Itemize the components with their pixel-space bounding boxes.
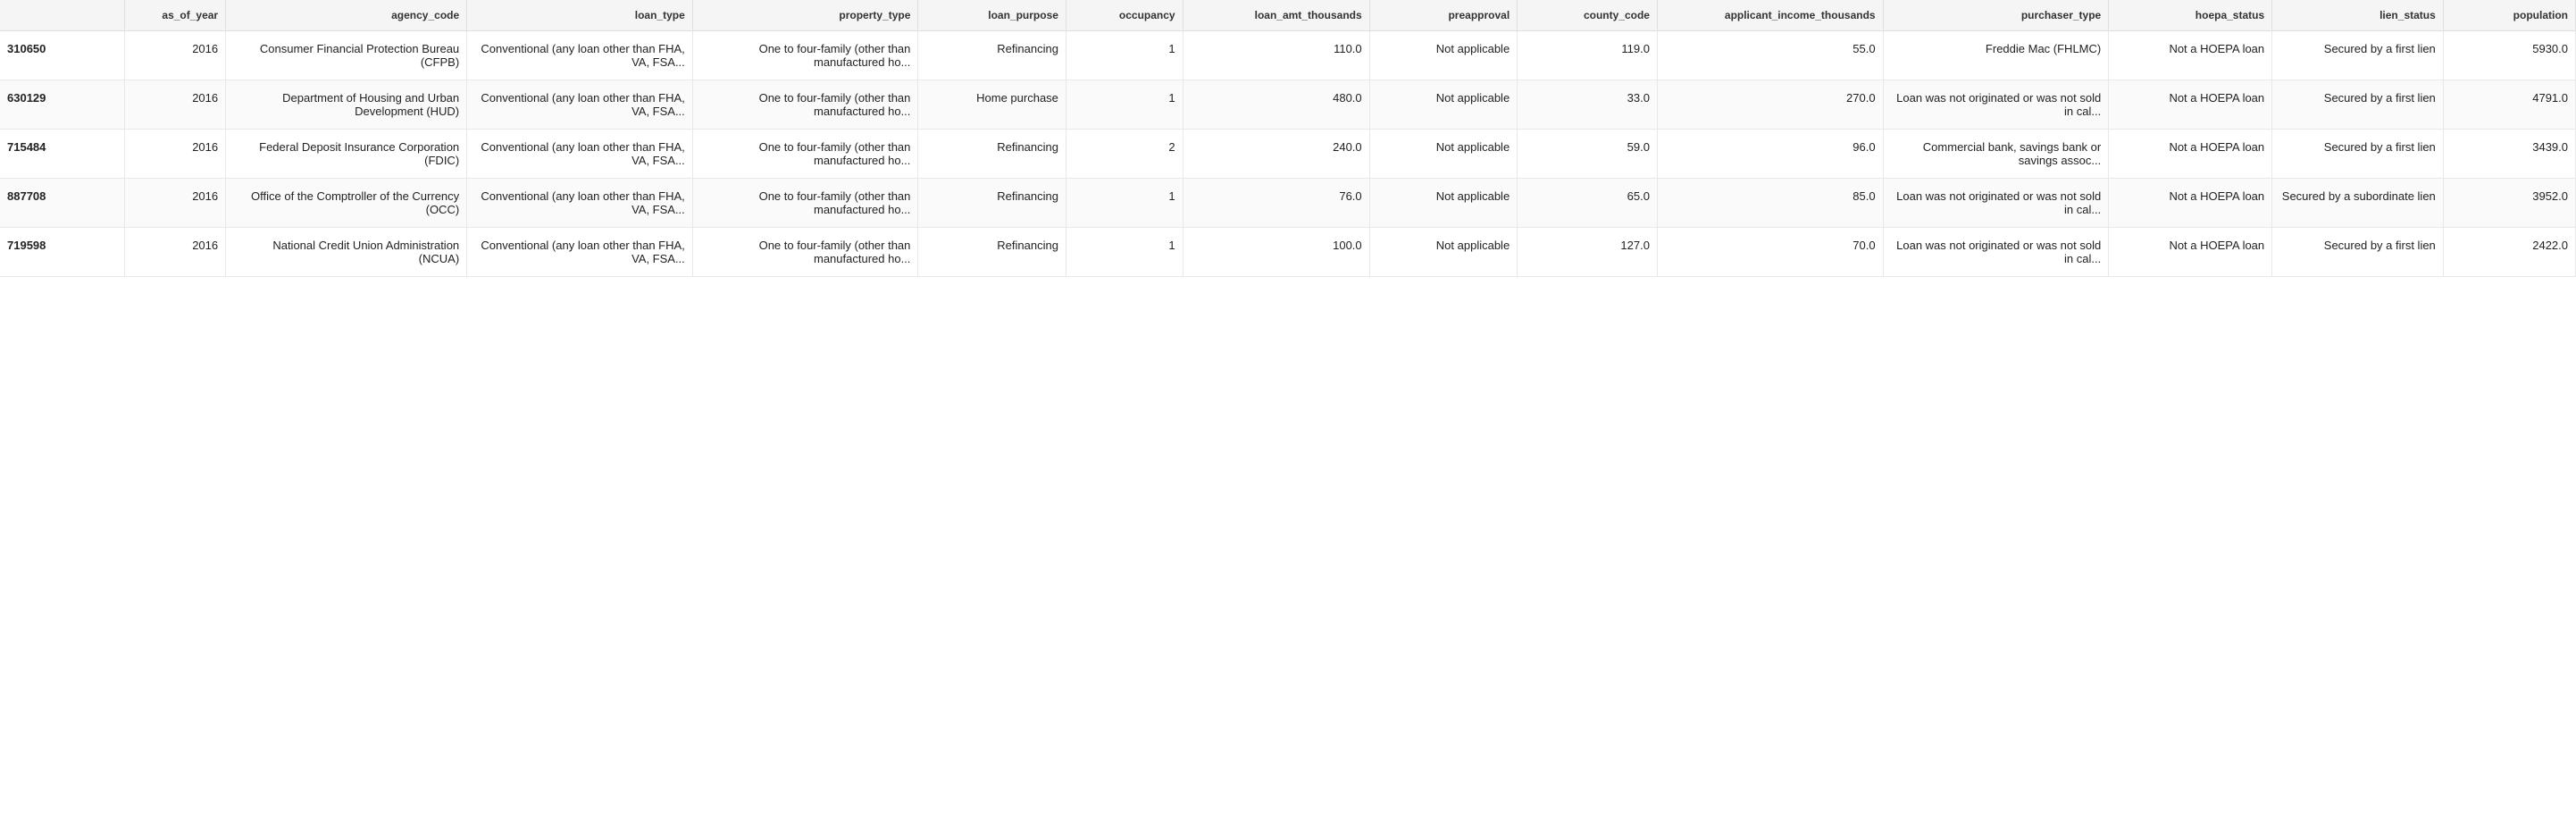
cell-purpose: Refinancing	[918, 179, 1066, 228]
cell-lien: Secured by a first lien	[2272, 80, 2444, 130]
cell-purchaser: Commercial bank, savings bank or savings…	[1883, 130, 2109, 179]
cell-year: 2016	[124, 130, 225, 179]
table-header-row: as_of_year agency_code loan_type propert…	[0, 0, 2576, 31]
cell-index: 719598	[0, 228, 124, 277]
cell-agency: Department of Housing and Urban Developm…	[226, 80, 467, 130]
table-row: 3106502016Consumer Financial Protection …	[0, 31, 2576, 80]
cell-population: 4791.0	[2443, 80, 2575, 130]
cell-purchaser: Loan was not originated or was not sold …	[1883, 179, 2109, 228]
cell-population: 2422.0	[2443, 228, 2575, 277]
cell-county: 65.0	[1518, 179, 1658, 228]
cell-hoepa: Not a HOEPA loan	[2109, 179, 2272, 228]
cell-proptype: One to four-family (other than manufactu…	[692, 31, 918, 80]
cell-index: 715484	[0, 130, 124, 179]
cell-agency: Office of the Comptroller of the Currenc…	[226, 179, 467, 228]
col-header-purpose: loan_purpose	[918, 0, 1066, 31]
cell-population: 5930.0	[2443, 31, 2575, 80]
cell-preapproval: Not applicable	[1369, 31, 1518, 80]
table-row: 8877082016Office of the Comptroller of t…	[0, 179, 2576, 228]
cell-income: 96.0	[1657, 130, 1883, 179]
col-header-hoepa: hoepa_status	[2109, 0, 2272, 31]
cell-purchaser: Freddie Mac (FHLMC)	[1883, 31, 2109, 80]
cell-preapproval: Not applicable	[1369, 179, 1518, 228]
cell-hoepa: Not a HOEPA loan	[2109, 31, 2272, 80]
cell-population: 3439.0	[2443, 130, 2575, 179]
cell-occupancy: 1	[1066, 179, 1183, 228]
col-header-county: county_code	[1518, 0, 1658, 31]
cell-year: 2016	[124, 31, 225, 80]
table-row: 6301292016Department of Housing and Urba…	[0, 80, 2576, 130]
cell-hoepa: Not a HOEPA loan	[2109, 228, 2272, 277]
table-row: 7154842016Federal Deposit Insurance Corp…	[0, 130, 2576, 179]
col-header-income: applicant_income_thousands	[1657, 0, 1883, 31]
cell-loanamt: 100.0	[1183, 228, 1369, 277]
cell-loantype: Conventional (any loan other than FHA, V…	[467, 31, 693, 80]
cell-preapproval: Not applicable	[1369, 228, 1518, 277]
col-header-population: population	[2443, 0, 2575, 31]
col-header-preapproval: preapproval	[1369, 0, 1518, 31]
cell-proptype: One to four-family (other than manufactu…	[692, 130, 918, 179]
cell-index: 887708	[0, 179, 124, 228]
cell-loanamt: 76.0	[1183, 179, 1369, 228]
cell-index: 630129	[0, 80, 124, 130]
col-header-agency: agency_code	[226, 0, 467, 31]
cell-loanamt: 480.0	[1183, 80, 1369, 130]
col-header-proptype: property_type	[692, 0, 918, 31]
cell-hoepa: Not a HOEPA loan	[2109, 130, 2272, 179]
cell-income: 70.0	[1657, 228, 1883, 277]
cell-purpose: Refinancing	[918, 130, 1066, 179]
col-header-loantype: loan_type	[467, 0, 693, 31]
cell-preapproval: Not applicable	[1369, 80, 1518, 130]
cell-index: 310650	[0, 31, 124, 80]
col-header-occupancy: occupancy	[1066, 0, 1183, 31]
cell-income: 55.0	[1657, 31, 1883, 80]
cell-year: 2016	[124, 80, 225, 130]
cell-occupancy: 1	[1066, 31, 1183, 80]
cell-hoepa: Not a HOEPA loan	[2109, 80, 2272, 130]
cell-county: 59.0	[1518, 130, 1658, 179]
cell-income: 270.0	[1657, 80, 1883, 130]
cell-occupancy: 2	[1066, 130, 1183, 179]
cell-income: 85.0	[1657, 179, 1883, 228]
cell-county: 119.0	[1518, 31, 1658, 80]
col-header-year: as_of_year	[124, 0, 225, 31]
cell-county: 33.0	[1518, 80, 1658, 130]
cell-loanamt: 110.0	[1183, 31, 1369, 80]
cell-agency: Federal Deposit Insurance Corporation (F…	[226, 130, 467, 179]
cell-lien: Secured by a first lien	[2272, 130, 2444, 179]
cell-population: 3952.0	[2443, 179, 2575, 228]
cell-loantype: Conventional (any loan other than FHA, V…	[467, 80, 693, 130]
cell-occupancy: 1	[1066, 228, 1183, 277]
cell-preapproval: Not applicable	[1369, 130, 1518, 179]
cell-lien: Secured by a first lien	[2272, 228, 2444, 277]
cell-purpose: Refinancing	[918, 228, 1066, 277]
cell-proptype: One to four-family (other than manufactu…	[692, 228, 918, 277]
cell-loantype: Conventional (any loan other than FHA, V…	[467, 228, 693, 277]
cell-year: 2016	[124, 228, 225, 277]
cell-purpose: Refinancing	[918, 31, 1066, 80]
cell-proptype: One to four-family (other than manufactu…	[692, 80, 918, 130]
col-header-index	[0, 0, 124, 31]
cell-county: 127.0	[1518, 228, 1658, 277]
data-table: as_of_year agency_code loan_type propert…	[0, 0, 2576, 277]
cell-occupancy: 1	[1066, 80, 1183, 130]
cell-lien: Secured by a first lien	[2272, 31, 2444, 80]
cell-purpose: Home purchase	[918, 80, 1066, 130]
table-row: 7195982016National Credit Union Administ…	[0, 228, 2576, 277]
cell-agency: Consumer Financial Protection Bureau (CF…	[226, 31, 467, 80]
cell-loantype: Conventional (any loan other than FHA, V…	[467, 179, 693, 228]
cell-year: 2016	[124, 179, 225, 228]
cell-agency: National Credit Union Administration (NC…	[226, 228, 467, 277]
cell-loantype: Conventional (any loan other than FHA, V…	[467, 130, 693, 179]
cell-loanamt: 240.0	[1183, 130, 1369, 179]
col-header-purchaser: purchaser_type	[1883, 0, 2109, 31]
cell-purchaser: Loan was not originated or was not sold …	[1883, 228, 2109, 277]
col-header-loanamt: loan_amt_thousands	[1183, 0, 1369, 31]
cell-purchaser: Loan was not originated or was not sold …	[1883, 80, 2109, 130]
col-header-lien: lien_status	[2272, 0, 2444, 31]
cell-proptype: One to four-family (other than manufactu…	[692, 179, 918, 228]
cell-lien: Secured by a subordinate lien	[2272, 179, 2444, 228]
